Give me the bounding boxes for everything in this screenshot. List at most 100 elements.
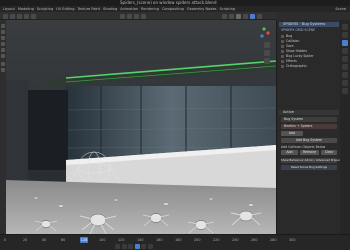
current-frame-indicator[interactable]: 128 <box>80 237 88 243</box>
shading-options-icon[interactable] <box>257 13 262 19</box>
option-label: Bug <box>286 34 293 38</box>
tick-label: 180 <box>175 238 182 242</box>
tick-label: 20 <box>23 238 28 242</box>
checkbox[interactable] <box>281 34 284 38</box>
render-icon[interactable] <box>342 24 348 30</box>
add-collision-button[interactable]: Add <box>281 150 298 155</box>
render-shading-icon[interactable] <box>250 13 255 19</box>
option-label: Orthographic <box>286 64 308 68</box>
navigation-gizmo[interactable] <box>258 24 270 39</box>
section-active[interactable]: Active <box>279 110 339 115</box>
option-label: Gore <box>286 44 294 48</box>
panel-header[interactable]: SPIDERS · Bug Systems <box>279 22 339 27</box>
camera-icon[interactable] <box>264 58 270 64</box>
add-button[interactable]: Add <box>281 131 303 136</box>
properties-tabs <box>340 20 350 234</box>
timeline-ruler: 0 20 40 60 80 100 120 140 160 180 200 22… <box>4 238 304 243</box>
option-bug[interactable]: Bug <box>281 34 292 38</box>
skip-start-icon[interactable] <box>115 244 120 249</box>
option-gore[interactable]: Gore <box>281 44 294 48</box>
properties-header <box>276 12 350 20</box>
measure-tool-icon[interactable] <box>1 68 5 72</box>
option-label: Show Hidden <box>286 49 307 53</box>
transform-tool-icon[interactable] <box>1 54 5 58</box>
pivot-icon[interactable] <box>127 13 132 19</box>
option-orthographic[interactable]: Orthographic <box>281 64 307 68</box>
playback-controls <box>115 244 153 249</box>
zoom-icon[interactable] <box>264 42 270 48</box>
checkbox[interactable] <box>281 54 284 58</box>
tick-label: 280 <box>270 238 277 242</box>
play-reverse-icon[interactable] <box>128 244 133 249</box>
editor-type-icon[interactable] <box>3 13 8 19</box>
tick-label: 260 <box>251 238 258 242</box>
checkbox[interactable] <box>281 49 284 53</box>
overlay-icon[interactable] <box>222 13 227 19</box>
rotate-tool-icon[interactable] <box>1 42 5 46</box>
tick-label: 40 <box>42 238 47 242</box>
annotate-tool-icon[interactable] <box>1 62 5 66</box>
system-name-field[interactable]: Beetles + Spiders <box>281 124 337 129</box>
play-icon[interactable] <box>134 244 140 249</box>
option-lucky-spider[interactable]: Bug Lucky Spider <box>281 54 314 58</box>
tick-label: 300 <box>289 238 296 242</box>
view-menu-icon[interactable] <box>10 13 15 19</box>
snap-icon[interactable] <box>134 13 139 19</box>
reset-settings-button[interactable]: Reset Scene Bug Settings <box>281 165 337 170</box>
panel-subheader: SPIDERY GRID SCENE <box>281 28 316 32</box>
select-menu-icon[interactable] <box>17 13 22 19</box>
collision-label: Add Collision Objects Below <box>281 145 326 149</box>
proportional-icon[interactable] <box>141 13 146 19</box>
add-bug-system-button[interactable]: Add Bug System <box>281 138 337 143</box>
timeline[interactable]: 0 20 40 60 80 100 120 140 160 180 200 22… <box>0 234 350 250</box>
bug-system-field[interactable]: Bug System <box>281 117 337 122</box>
move-tool-icon[interactable] <box>1 36 5 40</box>
tick-label: 240 <box>232 238 239 242</box>
option-show-hidden[interactable]: Show Hidden <box>281 49 307 53</box>
option-collision[interactable]: Collision <box>281 39 299 43</box>
checkbox[interactable] <box>281 64 284 68</box>
tick-label: 100 <box>99 238 106 242</box>
step-forward-icon[interactable] <box>141 244 146 249</box>
object-icon[interactable] <box>342 56 348 62</box>
advanced-properties-button[interactable]: Show Behaviour Admin / Advanced Properti… <box>281 158 345 163</box>
option-label: Effects <box>286 59 297 63</box>
tick-label: 200 <box>194 238 201 242</box>
3d-viewport[interactable] <box>6 20 276 234</box>
checkbox[interactable] <box>281 39 284 43</box>
checkbox[interactable] <box>281 44 284 48</box>
tick-label: 160 <box>156 238 163 242</box>
tick-label: 0 <box>4 238 7 242</box>
xray-icon[interactable] <box>229 13 234 19</box>
option-label: Bug Lucky Spider <box>286 54 314 58</box>
tick-label: 120 <box>118 238 125 242</box>
clear-collision-button[interactable]: Clear <box>321 150 337 155</box>
option-label: Collision <box>286 39 300 43</box>
gear-icon[interactable] <box>342 88 348 94</box>
checkbox[interactable] <box>281 59 284 63</box>
cursor-tool-icon[interactable] <box>1 30 5 34</box>
step-back-icon[interactable] <box>121 244 127 249</box>
properties-panel: SPIDERS · Bug Systems SPIDERY GRID SCENE… <box>276 20 345 234</box>
option-effects[interactable]: Effects <box>281 59 297 63</box>
material-shading-icon[interactable] <box>243 13 248 19</box>
select-tool-icon[interactable] <box>1 24 5 28</box>
tick-label: 60 <box>61 238 66 242</box>
solid-shading-icon[interactable] <box>236 13 241 19</box>
scene-icon[interactable] <box>342 40 348 46</box>
tick-label: 220 <box>213 238 220 242</box>
transform-orientation-icon[interactable] <box>120 13 125 19</box>
particles-icon[interactable] <box>342 72 348 78</box>
remove-collision-button[interactable]: Remove <box>300 150 319 155</box>
pan-icon[interactable] <box>264 50 270 56</box>
world-icon[interactable] <box>342 48 348 54</box>
viewport-render <box>6 20 276 234</box>
tick-label: 140 <box>137 238 144 242</box>
output-icon[interactable] <box>342 32 348 38</box>
physics-icon[interactable] <box>342 80 348 86</box>
add-menu-icon[interactable] <box>24 13 29 19</box>
object-menu-icon[interactable] <box>31 13 36 19</box>
modifier-icon[interactable] <box>342 64 348 70</box>
skip-end-icon[interactable] <box>147 244 153 249</box>
scale-tool-icon[interactable] <box>1 48 5 52</box>
